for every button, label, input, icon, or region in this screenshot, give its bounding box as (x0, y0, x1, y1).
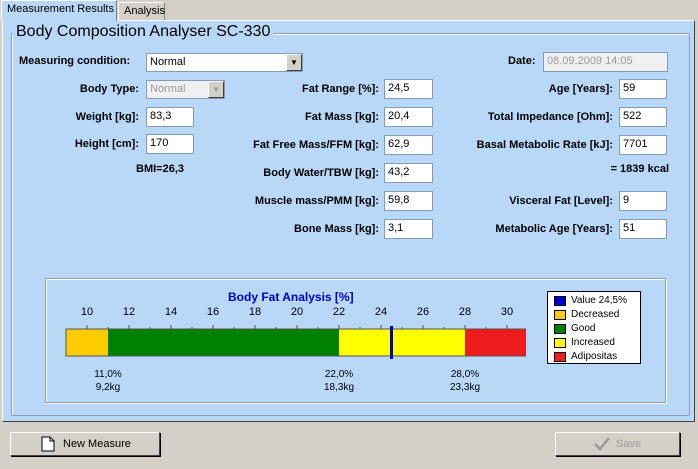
tab-measurement-results[interactable]: Measurement Results (1, 0, 117, 21)
segment-increased (339, 329, 465, 356)
chevron-down-icon[interactable]: ▼ (286, 54, 302, 71)
boundary-percent-label: 22,0% (325, 369, 353, 380)
bmi-value: BMI=26,3 (136, 163, 184, 175)
legend-label: Good (571, 323, 596, 334)
segment-good (108, 329, 339, 356)
body-fat-chart-frame: Body Fat Analysis [%] 10 12 14 16 18 20 22 24 26… (45, 278, 666, 403)
tick-label: 24 (375, 306, 387, 318)
measuring-condition-label: Measuring condition: (19, 55, 131, 67)
tbw-label: Body Water/TBW [kg]: (263, 167, 379, 179)
impedance-field[interactable]: 522 (619, 107, 667, 127)
fat-mass-field[interactable]: 20,4 (384, 107, 433, 127)
measuring-condition-select[interactable]: Normal ▼ (146, 53, 303, 72)
tick-label: 26 (417, 306, 429, 318)
segment-adipositas (465, 329, 526, 356)
tick-label: 22 (333, 306, 345, 318)
pmm-label: Muscle mass/PMM [kg]: (254, 195, 379, 207)
new-document-icon (41, 436, 55, 452)
weight-label: Weight [kg]: (75, 111, 139, 123)
save-label: Save (616, 438, 642, 450)
legend-swatch (554, 352, 566, 362)
tab-analysis[interactable]: Analysis (118, 2, 165, 20)
tick-label: 16 (207, 306, 219, 318)
ffm-field[interactable]: 62,9 (384, 135, 433, 155)
boundary-kg-label: 23,3kg (450, 382, 480, 393)
metabolic-age-field[interactable]: 51 (619, 219, 667, 239)
age-field[interactable]: 59 (619, 79, 667, 99)
bmr-label: Basal Metabolic Rate [kJ]: (476, 139, 613, 151)
date-field: 08.09.2009 14:05 (543, 52, 668, 72)
boundary-kg-label: 9,2kg (96, 382, 120, 393)
tick-label: 28 (459, 306, 471, 318)
measurement-results-panel: Body Composition Analyser SC-330 Measuri… (2, 20, 695, 422)
legend-label: Increased (571, 337, 615, 348)
legend-swatch (554, 324, 566, 334)
age-label: Age [Years]: (548, 83, 613, 95)
height-label: Height [cm]: (74, 138, 139, 150)
legend-label: Adipositas (571, 351, 618, 362)
tbw-field[interactable]: 43,2 (384, 163, 433, 183)
bone-mass-label: Bone Mass [kg]: (294, 223, 379, 235)
body-type-label: Body Type: (79, 83, 139, 95)
tick-label: 18 (249, 306, 261, 318)
legend-swatch (554, 296, 566, 306)
tick-label: 10 (81, 306, 93, 318)
bmr-field[interactable]: 7701 (619, 135, 667, 155)
boundary-percent-label: 11,0% (94, 369, 122, 380)
group-title: Body Composition Analyser SC-330 (13, 23, 274, 41)
impedance-label: Total Impedance [Ohm]: (487, 111, 613, 123)
tick-label: 12 (123, 306, 135, 318)
new-measure-label: New Measure (63, 438, 131, 450)
legend-swatch (554, 338, 566, 348)
boundary-percent-label: 28,0% (451, 369, 479, 380)
visceral-fat-field[interactable]: 9 (619, 191, 667, 211)
fat-mass-label: Fat Mass [kg]: (305, 111, 379, 123)
bone-mass-field[interactable]: 3,1 (384, 219, 433, 239)
tick-label: 14 (165, 306, 177, 318)
checkmark-icon (594, 437, 610, 451)
tick-label: 30 (501, 306, 513, 318)
metabolic-age-label: Metabolic Age [Years]: (495, 223, 613, 235)
chart-legend: Value 24,5% Decreased Good Increased Adiposi… (547, 291, 641, 364)
height-field[interactable]: 170 (146, 134, 194, 154)
body-type-value: Normal (150, 83, 186, 95)
legend-label: Value 24,5% (571, 295, 627, 306)
boundary-kg-label: 18,3kg (324, 382, 354, 393)
value-marker (390, 326, 393, 359)
segment-decreased (66, 329, 108, 356)
save-button[interactable]: Save (555, 432, 680, 456)
fat-range-field[interactable]: 24,5 (384, 79, 433, 99)
new-measure-button[interactable]: New Measure (10, 432, 160, 456)
legend-swatch (554, 310, 566, 320)
tab-bar: Measurement Results Analysis (0, 0, 698, 21)
measuring-condition-value: Normal (150, 56, 186, 68)
pmm-field[interactable]: 59,8 (384, 191, 433, 211)
weight-field[interactable]: 83,3 (146, 107, 194, 127)
fat-range-label: Fat Range [%]: (302, 83, 379, 95)
tick-label: 20 (291, 306, 303, 318)
body-fat-chart: 10 12 14 16 18 20 22 24 26 28 30 11,0% 9,2kg 22,0% 18,… (65, 306, 526, 393)
visceral-fat-label: Visceral Fat [Level]: (509, 195, 613, 207)
legend-label: Decreased (571, 309, 620, 320)
bmr-kcal-value: = 1839 kcal (610, 163, 669, 175)
date-label: Date: (508, 55, 536, 67)
ffm-label: Fat Free Mass/FFM [kg]: (253, 139, 379, 151)
